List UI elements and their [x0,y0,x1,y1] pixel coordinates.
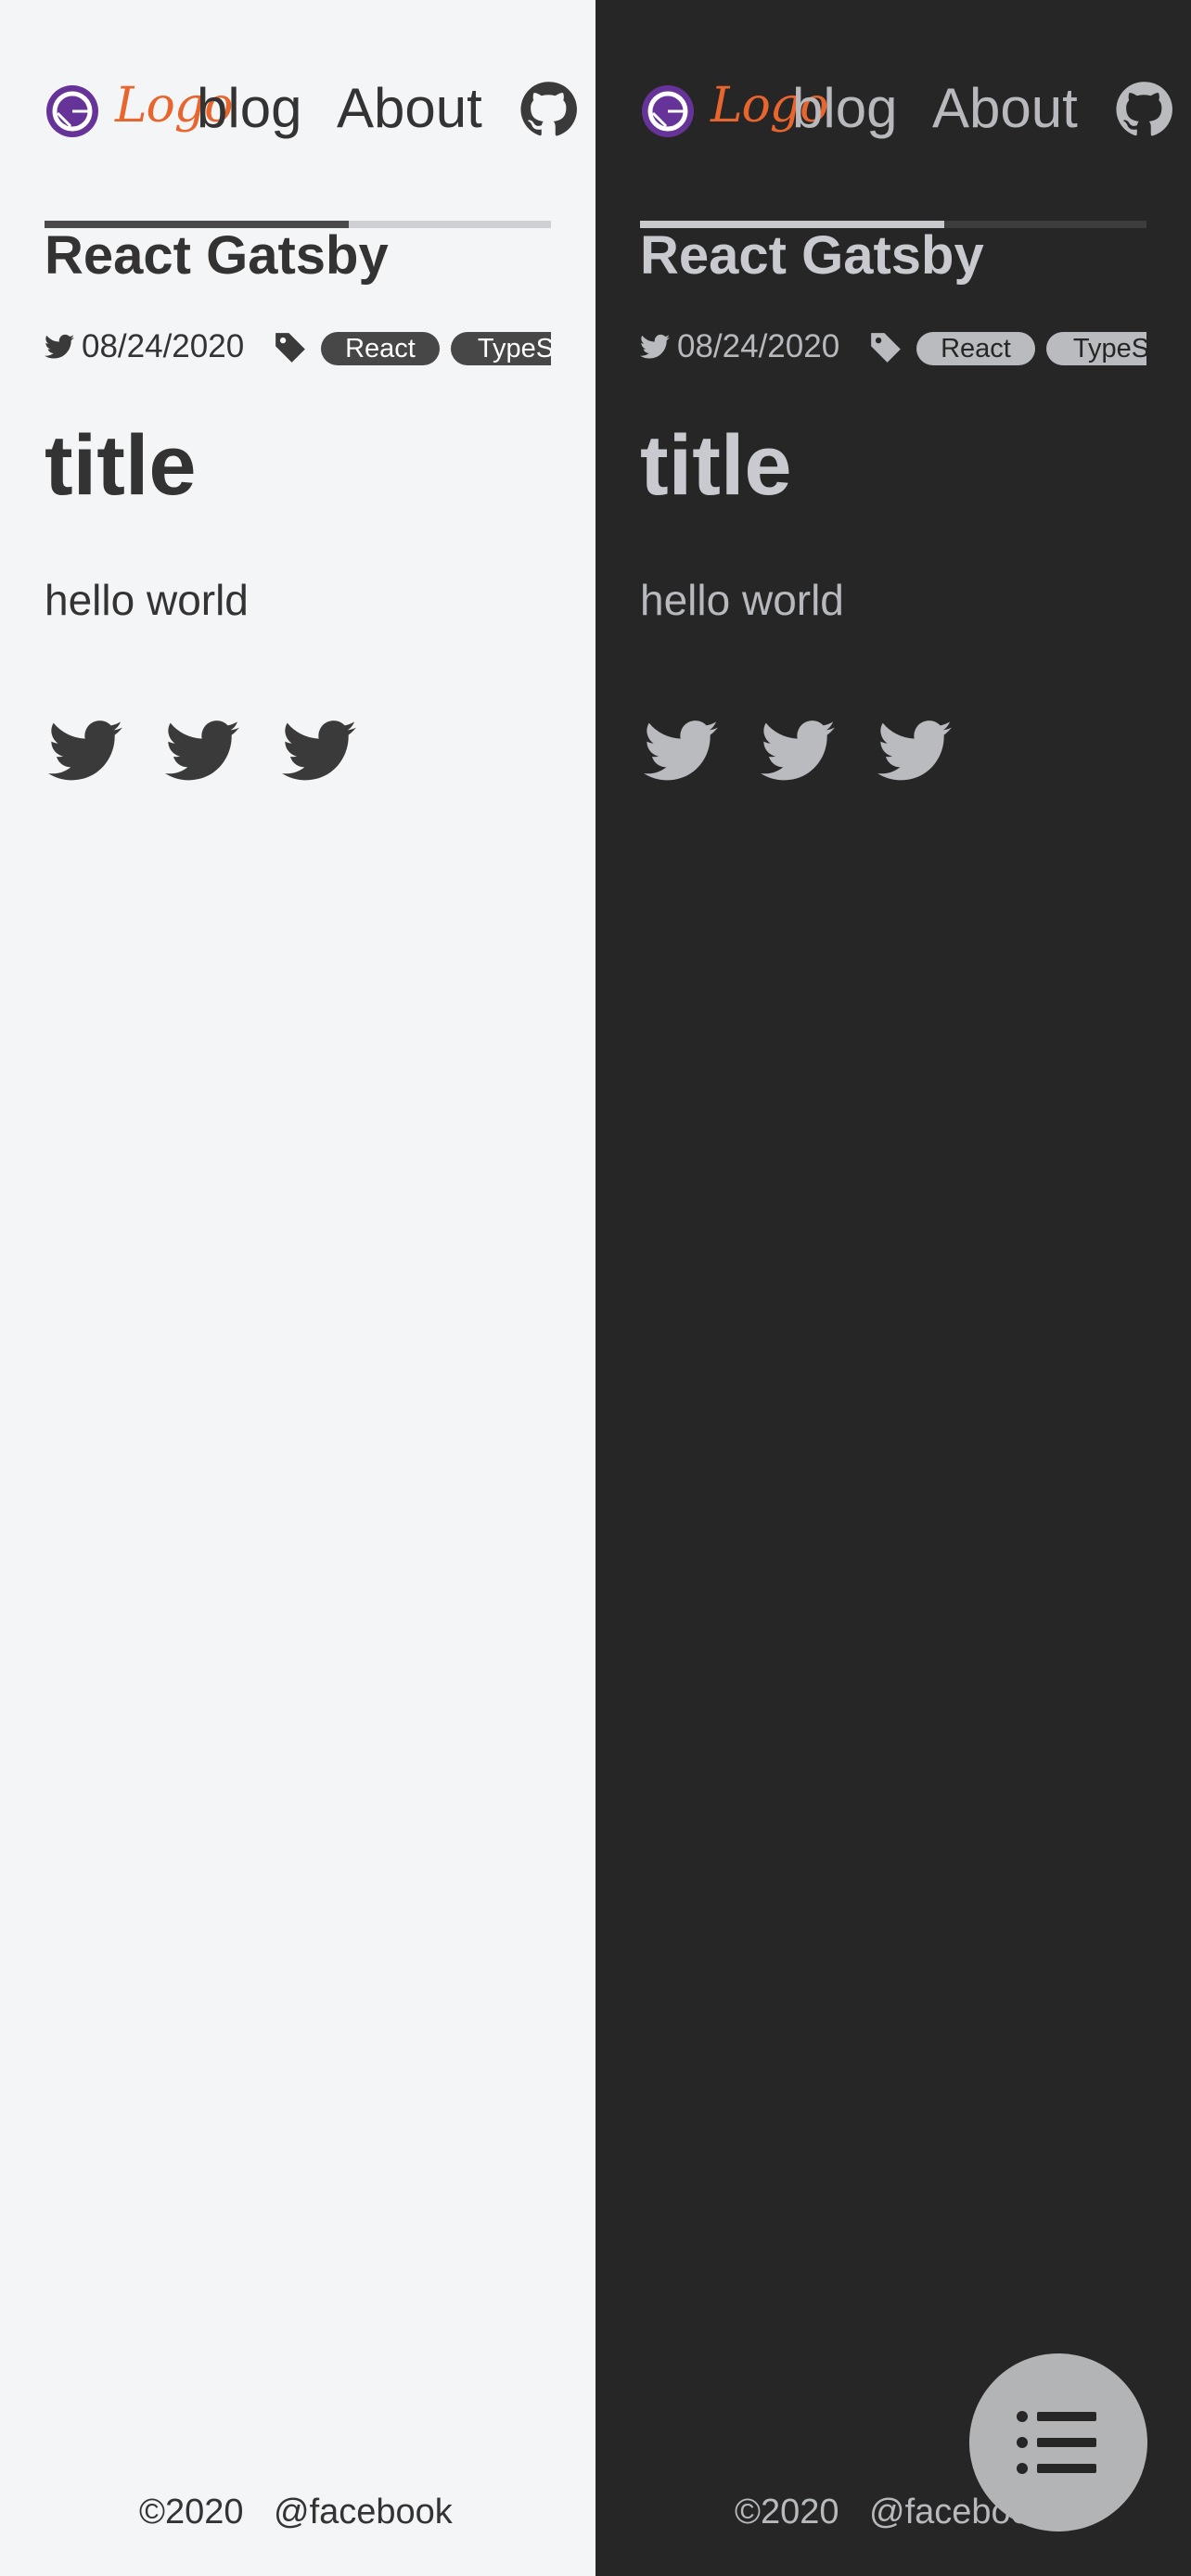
tag-icon [871,333,901,363]
twitter-icon [45,334,74,359]
nav-about-link[interactable]: About [337,76,482,140]
twitter-share-icon[interactable] [761,719,835,784]
content-heading: title [45,418,197,513]
twitter-share-icon[interactable] [48,719,122,784]
twitter-share-icon[interactable] [165,719,239,784]
post-title: React Gatsby [45,225,389,286]
post-date: 08/24/2020 [677,328,840,364]
post-meta: 08/24/2020 React TypeS [45,327,551,370]
footer: ©2020 @facebook [0,2487,596,2543]
post-meta: 08/24/2020 React TypeS [640,327,1146,370]
footer-handle-link[interactable]: @facebook [274,2493,453,2532]
nav-blog-link[interactable]: blog [792,76,897,140]
twitter-share-icon[interactable] [644,719,718,784]
post-title: React Gatsby [640,225,984,286]
twitter-share-icon[interactable] [877,719,952,784]
github-icon[interactable] [519,81,577,138]
twitter-share-icon[interactable] [282,719,356,784]
github-icon[interactable] [1115,81,1172,138]
tag-typescript[interactable]: TypeS [451,332,551,365]
footer-copyright: ©2020 [139,2493,244,2531]
list-icon [1017,2411,1096,2474]
twitter-icon [640,334,670,359]
nav-blog-link[interactable]: blog [197,76,301,140]
tag-react[interactable]: React [321,332,440,365]
footer-copyright: ©2020 [735,2493,839,2531]
tag-react[interactable]: React [916,332,1035,365]
tag-icon [275,333,305,363]
gatsby-icon[interactable] [640,83,696,139]
tag-typescript[interactable]: TypeS [1046,332,1146,365]
dark-theme-panel: Logo blog About React Gatsby 08/24/2020 … [596,0,1191,2576]
content-body: hello world [640,576,844,624]
post-date: 08/24/2020 [82,328,245,364]
content-body: hello world [45,576,249,624]
gatsby-icon[interactable] [45,83,100,139]
nav-about-link[interactable]: About [932,76,1078,140]
content-heading: title [640,418,792,513]
table-of-contents-button[interactable] [969,2353,1147,2531]
light-theme-panel: Logo blog About React Gatsby 08/24/2020 … [0,0,596,2576]
